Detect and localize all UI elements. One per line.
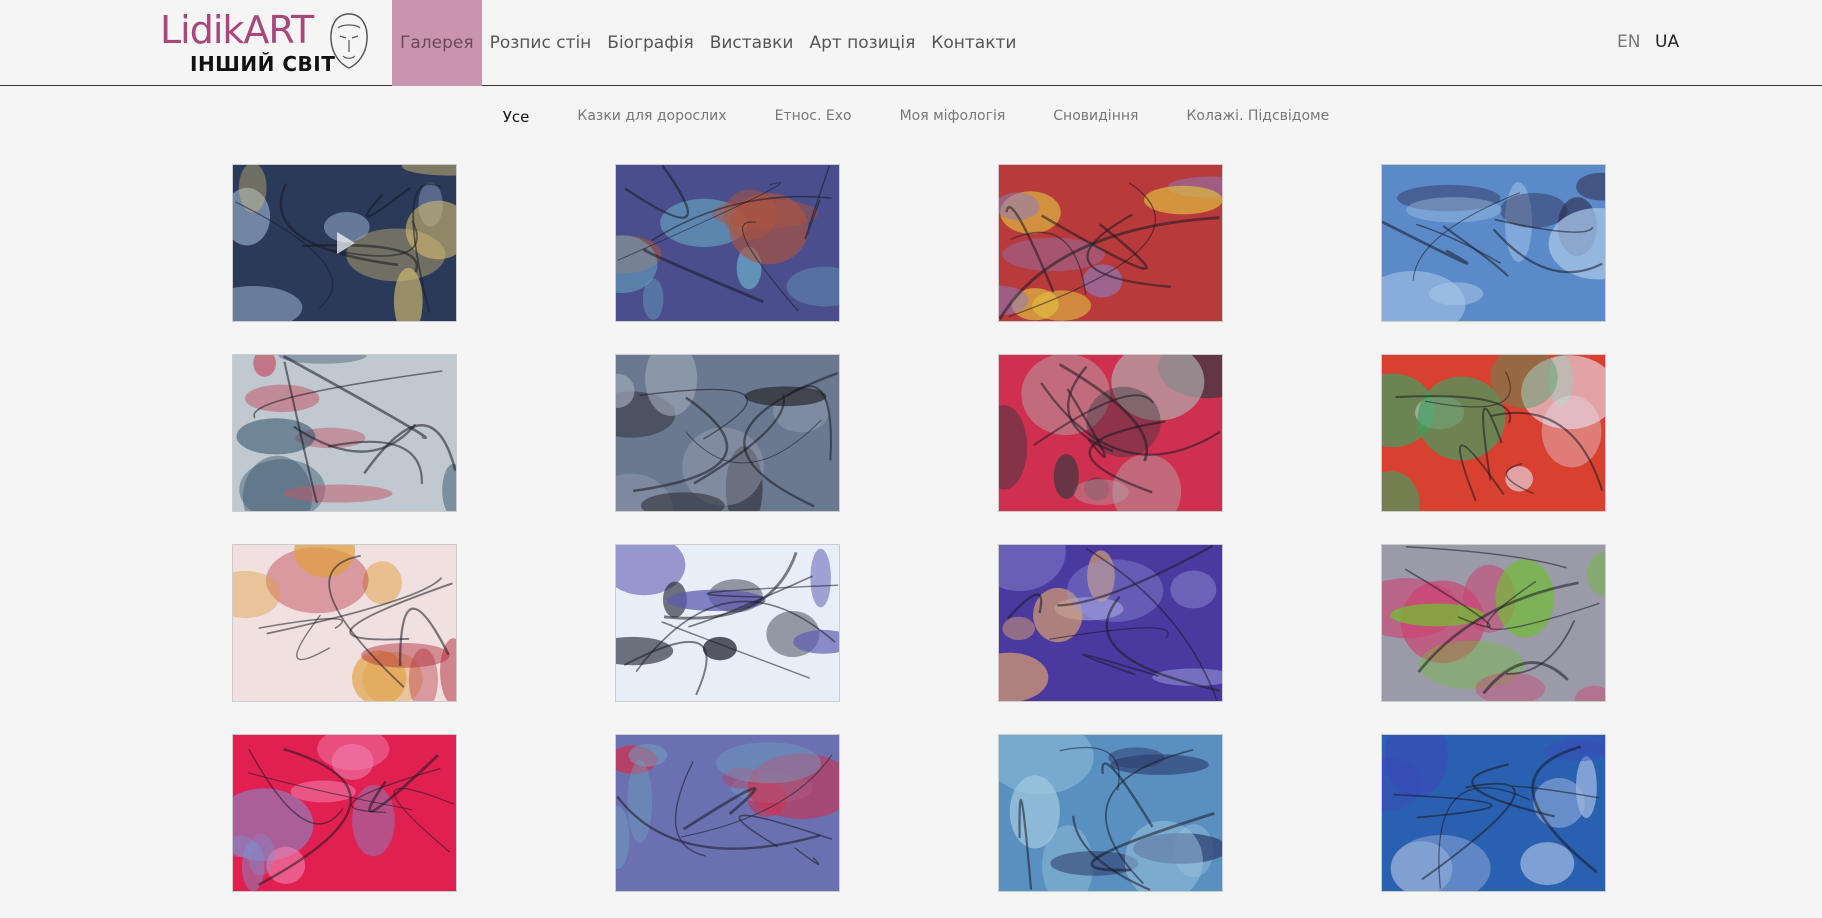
gallery-filters: Усе Казки для дорослих Етнос. Ехо Моя мі… [0, 108, 1822, 126]
gallery-tile[interactable] [1381, 164, 1606, 322]
gallery-tile[interactable] [232, 544, 457, 702]
gallery-tile[interactable] [615, 544, 840, 702]
main-nav: Галерея Розпис стін Біографія Виставки А… [392, 0, 1024, 86]
artwork-thumbnail [999, 355, 1222, 511]
site-header: LidikART ІНШИЙ СВІТ Галерея Розпис стін … [0, 0, 1822, 86]
gallery-tile[interactable] [998, 734, 1223, 892]
nav-item-art-position[interactable]: Арт позиція [801, 0, 923, 86]
artwork-thumbnail [616, 545, 839, 701]
nav-item-biography[interactable]: Біографія [599, 0, 701, 86]
gallery-tile[interactable] [615, 354, 840, 512]
gallery-grid [232, 164, 1606, 892]
gallery-tile[interactable] [232, 734, 457, 892]
logo-title: LidikART [160, 8, 314, 52]
artwork-thumbnail [1382, 165, 1605, 321]
nav-item-contacts[interactable]: Контакти [923, 0, 1024, 86]
gallery-tile[interactable] [998, 164, 1223, 322]
nav-item-exhibitions[interactable]: Виставки [702, 0, 802, 86]
artwork-thumbnail [233, 545, 456, 701]
gallery-tile[interactable] [232, 354, 457, 512]
artwork-thumbnail [616, 735, 839, 891]
filter-fairy-tales[interactable]: Казки для дорослих [577, 108, 726, 126]
artwork-thumbnail [616, 165, 839, 321]
nav-item-wall-painting[interactable]: Розпис стін [482, 0, 600, 86]
nav-item-gallery[interactable]: Галерея [392, 0, 482, 86]
gallery-tile[interactable] [998, 354, 1223, 512]
gallery-tile[interactable] [615, 164, 840, 322]
artwork-thumbnail [1382, 735, 1605, 891]
gallery-tile[interactable] [998, 544, 1223, 702]
artwork-thumbnail [999, 545, 1222, 701]
lang-en-link[interactable]: EN [1617, 32, 1640, 52]
artwork-thumbnail [999, 735, 1222, 891]
artwork-thumbnail [1382, 545, 1605, 701]
artwork-thumbnail [233, 355, 456, 511]
gallery-tile[interactable] [1381, 734, 1606, 892]
site-logo[interactable]: LidikART ІНШИЙ СВІТ [160, 8, 370, 78]
gallery-tile[interactable] [232, 164, 457, 322]
artwork-thumbnail [1382, 355, 1605, 511]
gallery-tile[interactable] [1381, 544, 1606, 702]
artwork-thumbnail [233, 735, 456, 891]
lang-ua-link[interactable]: UA [1655, 32, 1679, 52]
gallery-tile[interactable] [615, 734, 840, 892]
filter-collages[interactable]: Колажі. Підсвідоме [1186, 108, 1329, 126]
logo-subtitle: ІНШИЙ СВІТ [190, 52, 336, 76]
artwork-thumbnail [616, 355, 839, 511]
filter-all[interactable]: Усе [503, 108, 530, 126]
mask-icon [330, 13, 368, 69]
filter-my-mythology[interactable]: Моя міфологія [900, 108, 1006, 126]
filter-dreams[interactable]: Сновидіння [1053, 108, 1138, 126]
filter-ethnos-echo[interactable]: Етнос. Ехо [775, 108, 852, 126]
gallery-tile[interactable] [1381, 354, 1606, 512]
play-icon[interactable] [337, 232, 355, 254]
artwork-thumbnail [999, 165, 1222, 321]
